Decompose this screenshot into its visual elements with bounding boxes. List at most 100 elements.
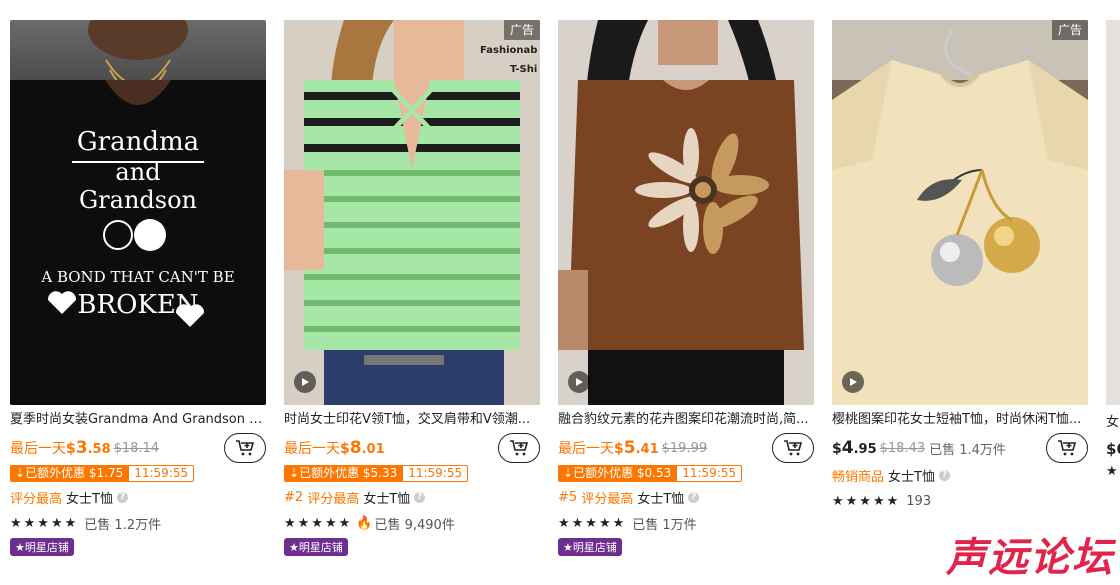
- star-store-badge: ★ 明星店铺: [558, 538, 622, 556]
- arrow-down-icon: ⇣: [563, 465, 574, 480]
- star-store-badge: ★ 明星店铺: [284, 538, 348, 556]
- partial-stars: ★: [1106, 464, 1118, 479]
- shirt-illustration: Fashionab T-Shi: [284, 20, 540, 405]
- shirt-text-line4: A BOND THAT CAN'T BE: [40, 268, 234, 286]
- info-icon[interactable]: ?: [414, 491, 426, 503]
- add-to-cart-button[interactable]: [772, 433, 814, 463]
- category-label[interactable]: 女士T恤: [363, 488, 410, 507]
- price-prefix: 最后一天: [10, 441, 66, 457]
- tag-row: 畅销商品 女士T恤 ?: [832, 465, 1088, 485]
- category-label[interactable]: 女士T恤: [888, 466, 935, 485]
- rating-tag: 评分最高: [581, 491, 634, 507]
- fire-icon: 🔥: [356, 515, 373, 531]
- rating-tag: 评分最高: [307, 491, 360, 507]
- product-image[interactable]: [558, 20, 814, 405]
- product-image[interactable]: Fashionab T-Shi 广告: [284, 20, 540, 405]
- countdown-timer: 11:59:55: [676, 464, 743, 482]
- add-to-cart-button[interactable]: [224, 433, 266, 463]
- price-row: 最后一天 $3.58 $18.14: [10, 433, 266, 463]
- promo-row: ⇣ 已额外优惠 $0.53 11:59:55: [558, 463, 814, 483]
- countdown-timer: 11:59:55: [402, 464, 469, 482]
- rank-label: #5: [558, 489, 578, 505]
- play-video-button[interactable]: [568, 371, 590, 393]
- product-title[interactable]: 夏季时尚女装Grandma And Grandson A...: [10, 411, 266, 429]
- price-row: 最后一天 $5.41 $19.99: [558, 433, 814, 463]
- star-rating-icon: ★★★★★: [832, 493, 901, 509]
- shirt-text-line1: Grandma: [77, 127, 199, 157]
- play-icon: [576, 378, 583, 386]
- tag-row: #2 评分最高 女士T恤 ?: [284, 487, 540, 507]
- category-label[interactable]: 女士T恤: [637, 488, 684, 507]
- add-to-cart-button[interactable]: [498, 433, 540, 463]
- price-row: $4.95 $18.43 已售 1.4万件: [832, 433, 1088, 463]
- product-card-partial[interactable]: [1106, 20, 1120, 405]
- product-card[interactable]: 融合豹纹元素的花卉图案印花潮流时尚,简... 最后一天 $5.41 $19.99…: [558, 0, 814, 556]
- cart-icon: [236, 440, 255, 456]
- ad-label: 广告: [1051, 20, 1088, 40]
- product-title[interactable]: 时尚女士印花V领T恤，交叉肩带和V领潮...: [284, 411, 540, 429]
- play-icon: [302, 378, 309, 386]
- watermark-logo: 声远论坛: [946, 534, 1114, 581]
- shirt-illustration: [832, 20, 1088, 405]
- cart-icon: [1058, 440, 1077, 456]
- play-video-button[interactable]: [294, 371, 316, 393]
- sale-price: $4.95: [832, 438, 877, 458]
- play-video-button[interactable]: [842, 371, 864, 393]
- arrow-down-icon: ⇣: [15, 465, 26, 480]
- shirt-illustration: [558, 20, 814, 405]
- original-price: $19.99: [661, 440, 708, 456]
- price-row: 最后一天 $8.01: [284, 433, 540, 463]
- arrow-down-icon: ⇣: [289, 465, 300, 480]
- promo-row: ⇣ 已额外优惠 $5.33 11:59:55: [284, 463, 540, 483]
- product-title[interactable]: 樱桃图案印花女士短袖T恤，时尚休闲T恤...: [832, 411, 1088, 429]
- product-card[interactable]: 广告 樱桃图案印花女士短袖T恤，时尚休闲T恤... $4.95 $18.43 已…: [832, 0, 1088, 556]
- discount-badge: ⇣ 已额外优惠 $1.75: [10, 464, 129, 482]
- product-title[interactable]: 融合豹纹元素的花卉图案印花潮流时尚,简...: [558, 411, 814, 429]
- promo-row: ⇣ 已额外优惠 $1.75 11:59:55: [10, 463, 266, 483]
- rating-row: ★★★★★ 🔥 已售 9,490件: [284, 513, 540, 533]
- tag-row: 评分最高 女士T恤 ?: [10, 487, 266, 507]
- product-card[interactable]: Fashionab T-Shi 广告 时尚女士印花V领T恤，交叉肩带和V领潮..…: [284, 0, 540, 556]
- bestseller-tag: 畅销商品: [832, 469, 885, 485]
- original-price: $18.43: [879, 440, 926, 456]
- star-store-badge: ★ 明星店铺: [10, 538, 74, 556]
- cart-icon: [510, 440, 529, 456]
- rating-row: ★★★★★ 193: [832, 491, 1088, 511]
- shirt-text-line3: Grandson: [79, 186, 197, 214]
- sold-count: 已售 1.4万件: [929, 442, 1006, 458]
- sale-price: $3.58: [66, 438, 111, 458]
- sold-count: 已售 1万件: [632, 517, 697, 533]
- sale-price: $5.41: [614, 438, 659, 458]
- partial-price: $6: [1106, 440, 1120, 458]
- sold-count: 已售 9,490件: [374, 517, 455, 533]
- star-icon: ★: [563, 540, 573, 554]
- star-rating-icon: ★★★★★: [10, 515, 79, 531]
- original-price: $18.14: [113, 440, 160, 456]
- star-rating-icon: ★★★★★: [558, 515, 627, 531]
- info-icon[interactable]: ?: [688, 491, 700, 503]
- product-image[interactable]: Grandma and Grandson A BOND THAT CAN'T B…: [10, 20, 266, 405]
- play-icon: [850, 378, 857, 386]
- overlay-text-2: T-Shi: [510, 64, 537, 75]
- info-icon[interactable]: ?: [116, 491, 128, 503]
- ad-label: 广告: [503, 20, 540, 40]
- rating-count: 193: [906, 493, 932, 509]
- rating-row: ★★★★★ 已售 1.2万件: [10, 513, 266, 533]
- partial-title[interactable]: 女: [1106, 411, 1119, 430]
- star-rating-icon: ★★★★★: [284, 515, 353, 531]
- shirt-text-line2: and: [115, 158, 160, 186]
- product-image[interactable]: 广告: [832, 20, 1088, 405]
- cart-icon: [784, 440, 803, 456]
- add-to-cart-button[interactable]: [1046, 433, 1088, 463]
- discount-badge: ⇣ 已额外优惠 $0.53: [558, 464, 677, 482]
- star-icon: ★: [15, 540, 25, 554]
- overlay-text: Fashionab: [480, 45, 537, 56]
- rank-label: #2: [284, 489, 304, 505]
- info-icon[interactable]: ?: [938, 469, 950, 481]
- sale-price: $8.01: [340, 438, 385, 458]
- category-label[interactable]: 女士T恤: [66, 488, 113, 507]
- product-grid: Grandma and Grandson A BOND THAT CAN'T B…: [10, 0, 1088, 556]
- rating-tag: 评分最高: [10, 491, 63, 507]
- rating-row: ★★★★★ 已售 1万件: [558, 513, 814, 533]
- product-card[interactable]: Grandma and Grandson A BOND THAT CAN'T B…: [10, 0, 266, 556]
